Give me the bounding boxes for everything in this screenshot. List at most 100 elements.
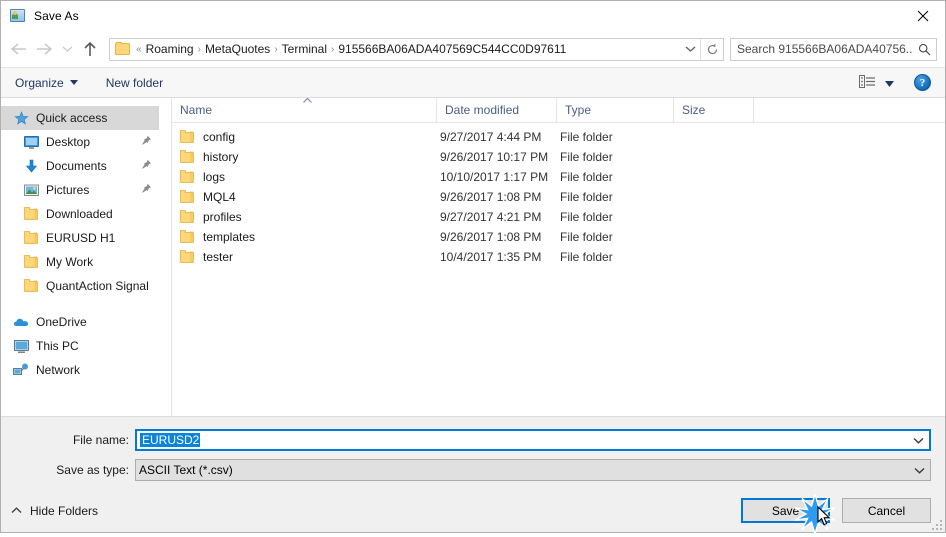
file-name-value-wrap: EURUSD2	[137, 433, 907, 447]
column-header-size-label: Size	[682, 103, 706, 117]
dialog-body: Quick access Desktop Documents Pictures …	[1, 97, 945, 416]
new-folder-label: New folder	[105, 75, 164, 90]
forward-button[interactable]	[31, 36, 57, 62]
mouse-cursor	[817, 505, 832, 530]
navigation-bar: « Roaming › MetaQuotes › Terminal › 9155…	[1, 31, 945, 67]
table-row[interactable]: MQL4 9/26/2017 1:08 PM File folder	[172, 187, 945, 207]
column-header-size[interactable]: Size	[674, 98, 754, 122]
command-toolbar: Organize New folder ?	[1, 67, 945, 98]
table-row[interactable]: config 9/27/2017 4:44 PM File folder	[172, 127, 945, 147]
breadcrumb: « Roaming › MetaQuotes › Terminal › 9155…	[135, 41, 681, 57]
sidebar-item-quantaction-signal[interactable]: QuantAction Signal	[1, 274, 171, 298]
sidebar-item-my-work[interactable]: My Work	[1, 250, 171, 274]
address-chevron-down-icon[interactable]	[681, 39, 700, 60]
file-date-cell: 9/26/2017 10:17 PM	[440, 150, 549, 164]
cancel-button-label: Cancel	[867, 503, 906, 518]
table-row[interactable]: history 9/26/2017 10:17 PM File folder	[172, 147, 945, 167]
sidebar-item-network[interactable]: Network	[1, 358, 171, 382]
folder-icon	[23, 278, 39, 294]
hide-folders-label: Hide Folders	[30, 503, 99, 518]
sidebar-item-onedrive[interactable]: OneDrive	[1, 310, 171, 334]
caret-down-icon	[69, 80, 78, 85]
breadcrumb-item-terminal-id[interactable]: 915566BA06ADA407569C544CC0D97611	[335, 41, 569, 57]
close-icon[interactable]	[900, 1, 945, 30]
table-row[interactable]: templates 9/26/2017 1:08 PM File folder	[172, 227, 945, 247]
table-row[interactable]: logs 10/10/2017 1:17 PM File folder	[172, 167, 945, 187]
save-button[interactable]: Save	[741, 491, 836, 537]
up-button[interactable]	[77, 36, 103, 62]
pin-icon[interactable]	[141, 159, 152, 173]
file-name-label: templates	[203, 230, 256, 244]
sidebar-item-documents[interactable]: Documents	[1, 154, 171, 178]
recent-locations-chevron-down-icon[interactable]	[57, 36, 77, 62]
star-pin-icon	[13, 110, 29, 126]
organize-button[interactable]: Organize	[15, 76, 78, 90]
hide-folders-button[interactable]: Hide Folders	[11, 504, 98, 518]
refresh-icon[interactable]	[700, 38, 723, 60]
breadcrumb-overflow[interactable]: «	[135, 44, 143, 55]
search-icon[interactable]	[912, 43, 936, 56]
cancel-button[interactable]: Cancel	[842, 498, 931, 523]
sidebar-item-quick-access[interactable]: Quick access	[1, 106, 159, 130]
sidebar-item-label: Quick access	[36, 111, 108, 125]
file-type-row: Save as type: ASCII Text (*.csv)	[1, 459, 945, 481]
column-header-type[interactable]: Type	[557, 98, 674, 122]
search-placeholder: Search 915566BA06ADA40756...	[737, 42, 912, 56]
sidebar-divider	[1, 298, 171, 310]
sidebar-item-this-pc[interactable]: This PC	[1, 334, 171, 358]
file-name-cell: config	[172, 129, 437, 144]
organize-label: Organize	[15, 75, 64, 90]
column-header-date-modified[interactable]: Date modified	[437, 98, 557, 122]
file-type-cell: File folder	[560, 190, 613, 204]
save-as-type-select[interactable]: ASCII Text (*.csv)	[135, 459, 931, 481]
column-header-name-label: Name	[180, 103, 213, 117]
file-name-label: tester	[203, 250, 234, 264]
breadcrumb-item-metaquotes[interactable]: MetaQuotes	[202, 41, 273, 57]
folder-icon	[23, 230, 39, 246]
documents-download-icon	[23, 158, 39, 174]
save-as-type-chevron-down-icon[interactable]	[908, 467, 930, 474]
sidebar-item-desktop[interactable]: Desktop	[1, 130, 171, 154]
click-burst-effect	[794, 491, 836, 537]
table-row[interactable]: profiles 9/27/2017 4:21 PM File folder	[172, 207, 945, 227]
file-name-input[interactable]: EURUSD2	[135, 429, 931, 451]
address-bar[interactable]: « Roaming › MetaQuotes › Terminal › 9155…	[109, 37, 724, 61]
help-icon[interactable]: ?	[914, 74, 931, 91]
column-header-name[interactable]: Name	[172, 97, 437, 122]
file-name-cell: history	[172, 149, 437, 164]
sidebar-item-downloaded[interactable]: Downloaded	[1, 202, 171, 226]
search-input[interactable]: Search 915566BA06ADA40756...	[730, 37, 937, 61]
sort-ascending-icon	[302, 93, 313, 107]
sidebar-item-pictures[interactable]: Pictures	[1, 178, 171, 202]
folder-icon	[23, 206, 39, 222]
caret-down-icon	[885, 76, 894, 90]
file-name-chevron-down-icon[interactable]	[907, 437, 929, 444]
file-list-pane: Name Date modified Type Size config 9/27…	[172, 97, 945, 416]
chevron-up-icon	[11, 507, 22, 514]
title-bar: Save As	[1, 1, 945, 31]
sidebar-item-eurusd-h1[interactable]: EURUSD H1	[1, 226, 171, 250]
table-row[interactable]: tester 10/4/2017 1:35 PM File folder	[172, 247, 945, 267]
file-name-label: File name:	[72, 433, 129, 447]
folder-icon	[180, 249, 194, 263]
resize-grip-icon[interactable]	[930, 518, 942, 530]
file-name-cell: logs	[172, 169, 437, 184]
file-name-cell: tester	[172, 249, 437, 264]
breadcrumb-item-roaming[interactable]: Roaming	[143, 41, 197, 57]
file-type-cell: File folder	[560, 210, 613, 224]
save-as-type-label: Save as type:	[56, 463, 129, 477]
pin-icon[interactable]	[141, 135, 152, 149]
sidebar-item-label: Pictures	[46, 183, 90, 197]
view-options-button[interactable]	[859, 74, 894, 91]
sidebar-item-label: Network	[36, 363, 81, 377]
file-name-label: history	[203, 150, 239, 164]
window-title: Save As	[34, 9, 79, 23]
breadcrumb-item-terminal[interactable]: Terminal	[279, 41, 330, 57]
sidebar-item-label: Desktop	[46, 135, 91, 149]
folder-icon	[180, 149, 194, 163]
file-date-cell: 9/26/2017 1:08 PM	[440, 190, 542, 204]
back-button[interactable]	[5, 36, 31, 62]
file-date-cell: 9/26/2017 1:08 PM	[440, 230, 542, 244]
new-folder-button[interactable]: New folder	[106, 76, 163, 90]
pin-icon[interactable]	[141, 183, 152, 197]
